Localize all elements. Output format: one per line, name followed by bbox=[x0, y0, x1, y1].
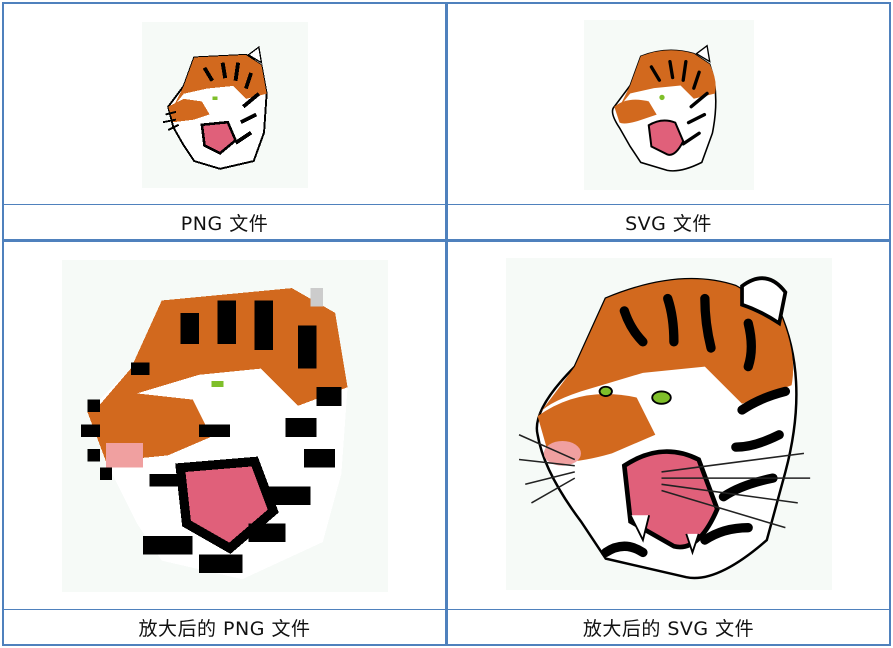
tiger-head-icon bbox=[611, 44, 717, 172]
pixelated-tiger-head-icon bbox=[81, 288, 348, 580]
caption-svg-file: SVG 文件 bbox=[625, 212, 712, 235]
table-border-right bbox=[889, 2, 891, 646]
enlarged-png-tiger-image bbox=[62, 260, 388, 592]
caption-png-file: PNG 文件 bbox=[180, 212, 269, 235]
enlarged-svg-tiger-image bbox=[506, 258, 832, 590]
comparison-table: PNG 文件 SVG 文件 放大后的 PNG 文件 放大后的 SVG 文件 bbox=[0, 0, 893, 648]
small-svg-tiger-image bbox=[584, 20, 754, 190]
small-png-tiger-image bbox=[142, 22, 308, 188]
tiger-head-icon bbox=[162, 45, 268, 170]
caption-enlarged-png-file: 放大后的 PNG 文件 bbox=[138, 617, 311, 640]
table-border-left bbox=[2, 2, 4, 646]
vector-tiger-head-icon bbox=[518, 276, 811, 580]
caption-enlarged-svg-file: 放大后的 SVG 文件 bbox=[582, 617, 755, 640]
table-border-center bbox=[445, 2, 448, 646]
